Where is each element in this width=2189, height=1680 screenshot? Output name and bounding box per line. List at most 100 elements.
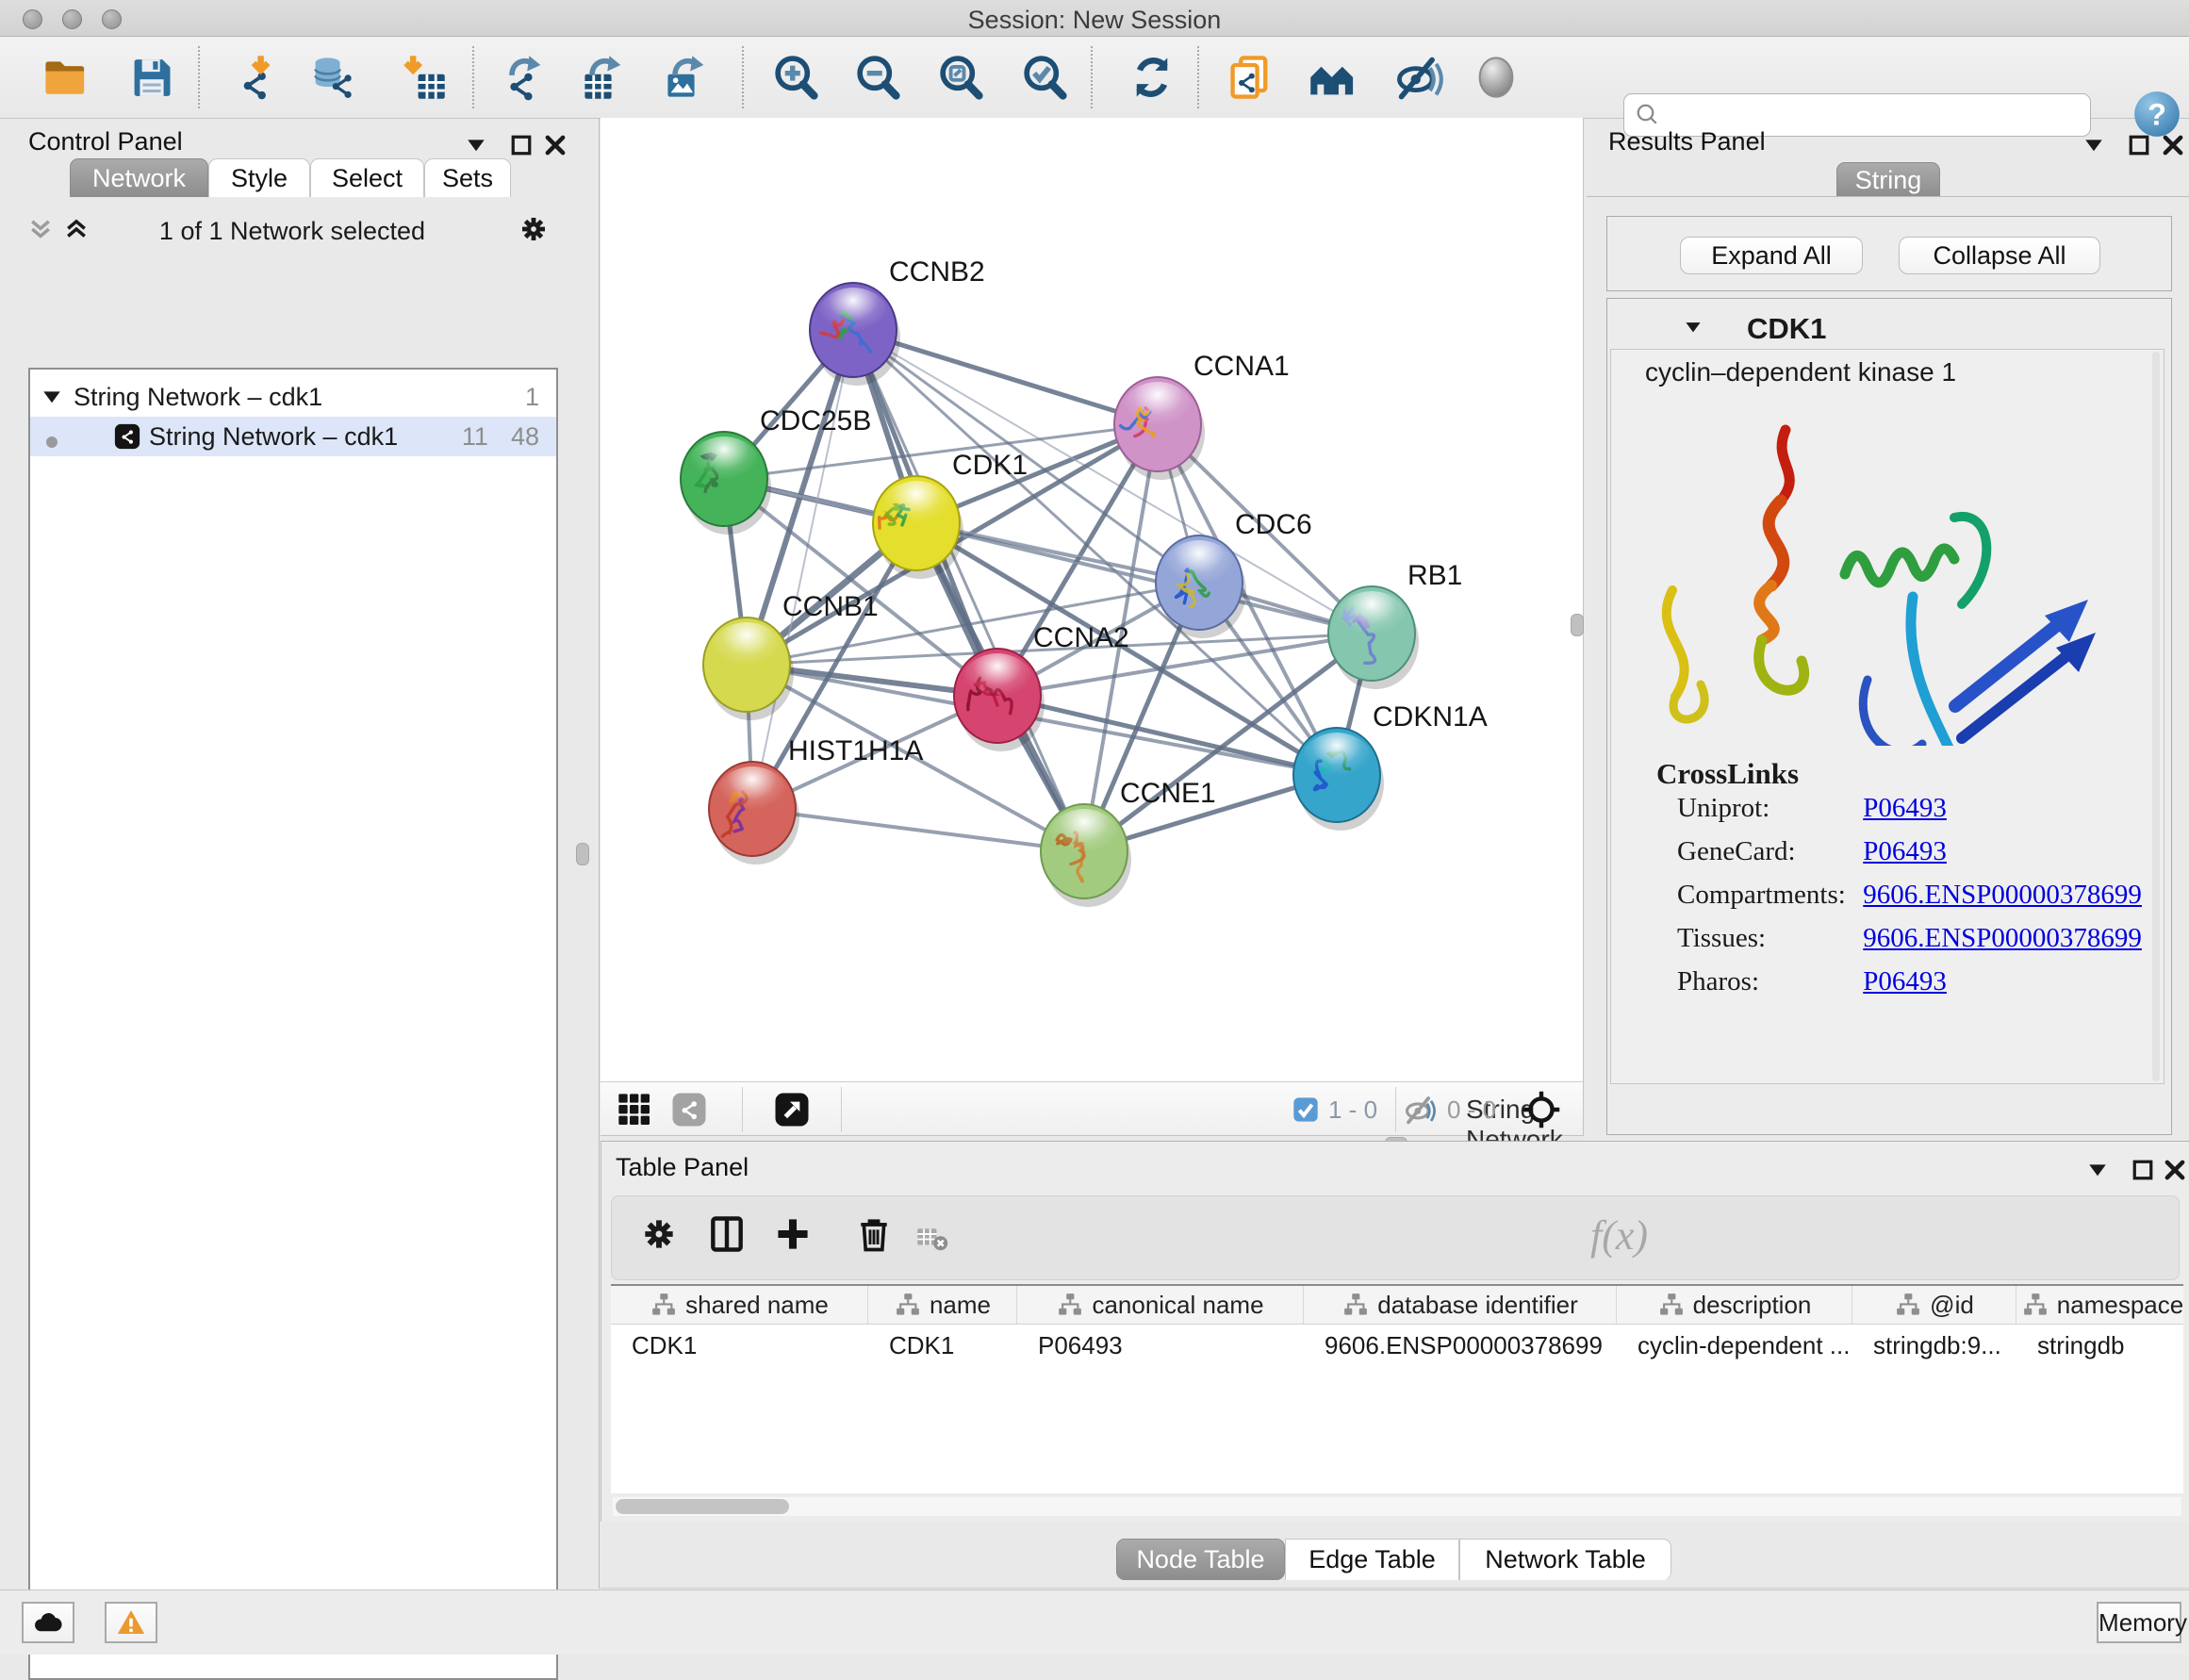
tab-node-table[interactable]: Node Table: [1116, 1539, 1285, 1580]
crosslink-link[interactable]: 9606.ENSP00000378699: [1863, 880, 2142, 910]
panel-close-icon[interactable]: [541, 131, 569, 159]
selected-nodes-checkbox[interactable]: [1291, 1095, 1321, 1125]
collapse-all-networks-icon[interactable]: [26, 215, 55, 243]
node-CCNB2[interactable]: [810, 283, 897, 377]
tab-style[interactable]: Style: [208, 158, 310, 197]
network-view-toolbar: String Network – cdk1 1 - 0 0 - 0: [601, 1081, 1584, 1136]
tab-sets[interactable]: Sets: [424, 158, 511, 197]
column-header-canonicalname[interactable]: canonical name: [1017, 1286, 1304, 1324]
crosslink-link[interactable]: P06493: [1863, 966, 1947, 996]
tab-select[interactable]: Select: [310, 158, 424, 197]
string-network-graph[interactable]: CCNB2 CCNA1 CDC25B CDK1 CDC6 RB1 CCNB1 C…: [601, 118, 1584, 1081]
left-splitter-handle[interactable]: [576, 843, 589, 865]
tab-string[interactable]: String: [1836, 162, 1940, 197]
cloud-status-button[interactable]: [22, 1602, 74, 1643]
show-columns-icon[interactable]: [706, 1213, 748, 1255]
string-protein-query-icon[interactable]: [1306, 51, 1358, 104]
panel-float-icon[interactable]: [2125, 131, 2153, 159]
node-CDC25B[interactable]: [681, 432, 767, 526]
table-row[interactable]: CDK1CDK1P064939606.ENSP00000378699cyclin…: [611, 1325, 2183, 1366]
export-image-icon[interactable]: [661, 51, 714, 104]
node-RB1[interactable]: [1328, 586, 1415, 681]
node-CCNA2[interactable]: [954, 649, 1041, 743]
export-network-icon[interactable]: [498, 51, 551, 104]
cell: stringdb:9...: [1852, 1331, 2016, 1360]
results-scrollbar[interactable]: [2152, 352, 2160, 1081]
panel-close-icon[interactable]: [2161, 1156, 2189, 1184]
edge-CCNB2-CCNE1[interactable]: [853, 330, 1084, 851]
hide-selected-icon[interactable]: [1392, 51, 1445, 104]
cell: CDK1: [611, 1331, 868, 1360]
collection-collapse-icon[interactable]: [38, 383, 66, 411]
grid-view-icon[interactable]: [616, 1091, 653, 1128]
network-canvas[interactable]: CCNB2 CCNA1 CDC25B CDK1 CDC6 RB1 CCNB1 C…: [601, 118, 1584, 1081]
hidden-elements-icon[interactable]: [1404, 1094, 1436, 1126]
panel-menu-caret-icon[interactable]: [2083, 1156, 2112, 1184]
memory-button[interactable]: Memory: [2097, 1602, 2181, 1643]
tab-network[interactable]: Network: [70, 158, 208, 197]
collapse-all-button[interactable]: Collapse All: [1899, 237, 2100, 274]
panel-menu-caret-icon[interactable]: [2080, 131, 2108, 159]
edge-CCNA2-CDKN1A[interactable]: [997, 696, 1337, 775]
network-options-gear-icon[interactable]: [517, 212, 551, 246]
node-CCNE1[interactable]: [1041, 804, 1127, 898]
network-collection-row[interactable]: String Network – cdk1 1: [30, 377, 556, 417]
expand-all-button[interactable]: Expand All: [1680, 237, 1863, 274]
node-CDC6[interactable]: [1156, 535, 1243, 630]
panel-close-icon[interactable]: [2159, 131, 2187, 159]
zoom-in-icon[interactable]: [769, 51, 822, 104]
zoom-fit-content-icon[interactable]: [934, 51, 987, 104]
crosslink-link[interactable]: 9606.ENSP00000378699: [1863, 923, 2142, 953]
column-header-name[interactable]: name: [868, 1286, 1017, 1324]
import-network-from-database-icon[interactable]: [306, 51, 359, 104]
open-session-button[interactable]: [39, 51, 91, 104]
column-header-description[interactable]: description: [1617, 1286, 1852, 1324]
warnings-button[interactable]: [105, 1602, 157, 1643]
refresh-view-icon[interactable]: [1126, 51, 1178, 104]
node-table[interactable]: shared name name canonical name database…: [611, 1284, 2183, 1493]
table-options-gear-icon[interactable]: [638, 1213, 680, 1255]
tab-network-table[interactable]: Network Table: [1459, 1539, 1671, 1580]
hidden-node-edge-counts: 0 - 0: [1447, 1095, 1496, 1125]
zoom-out-icon[interactable]: [851, 51, 904, 104]
delete-column-icon[interactable]: [853, 1213, 895, 1255]
node-HIST1H1A[interactable]: [709, 762, 796, 856]
zoom-selected-icon[interactable]: [1018, 51, 1071, 104]
expand-all-networks-icon[interactable]: [62, 215, 91, 243]
network-row[interactable]: String Network – cdk1 11 48: [30, 417, 556, 456]
node-CCNA1[interactable]: [1114, 377, 1201, 471]
table-hscrollbar-track[interactable]: [613, 1497, 2181, 1516]
table-header-row: shared name name canonical name database…: [611, 1286, 2183, 1325]
edge-HIST1H1A-CCNE1[interactable]: [752, 809, 1084, 851]
show-all-icon[interactable]: [1470, 51, 1522, 104]
network-overview-share-icon[interactable]: [670, 1091, 708, 1128]
birdseye-view-icon[interactable]: [773, 1091, 811, 1128]
crosslink-link[interactable]: P06493: [1863, 793, 1947, 823]
save-session-button[interactable]: [125, 51, 178, 104]
fit-selection-crosshair-icon[interactable]: [1521, 1089, 1562, 1130]
create-column-icon[interactable]: [772, 1213, 814, 1255]
column-header-sharedname[interactable]: shared name: [611, 1286, 868, 1324]
import-network-icon[interactable]: [227, 51, 280, 104]
table-hscrollbar-thumb[interactable]: [616, 1499, 789, 1514]
node-label-CCNB1: CCNB1: [782, 591, 879, 622]
tab-edge-table[interactable]: Edge Table: [1285, 1539, 1459, 1580]
crosslink-link[interactable]: P06493: [1863, 836, 1947, 866]
right-splitter-handle[interactable]: [1571, 614, 1584, 636]
export-table-icon[interactable]: [578, 51, 631, 104]
node-CCNB1[interactable]: [703, 618, 790, 712]
panel-float-icon[interactable]: [507, 131, 535, 159]
gene-detail-card: cyclin–dependent kinase 1 CrossLinks Uni…: [1610, 349, 2164, 1084]
clone-network-icon[interactable]: [1224, 51, 1276, 104]
gene-collapse-caret-icon[interactable]: [1681, 315, 1705, 339]
column-header-id[interactable]: @id: [1852, 1286, 2016, 1324]
main-toolbar: ?: [0, 37, 2189, 119]
crosslink-label: GeneCard:: [1677, 836, 1856, 867]
panel-float-icon[interactable]: [2129, 1156, 2157, 1184]
import-table-icon[interactable]: [397, 51, 450, 104]
node-CDKN1A[interactable]: [1293, 728, 1380, 822]
column-header-namespace[interactable]: namespace: [2016, 1286, 2183, 1324]
column-header-databaseidentifier[interactable]: database identifier: [1304, 1286, 1617, 1324]
panel-menu-caret-icon[interactable]: [462, 131, 490, 159]
node-CDK1[interactable]: [873, 476, 960, 570]
